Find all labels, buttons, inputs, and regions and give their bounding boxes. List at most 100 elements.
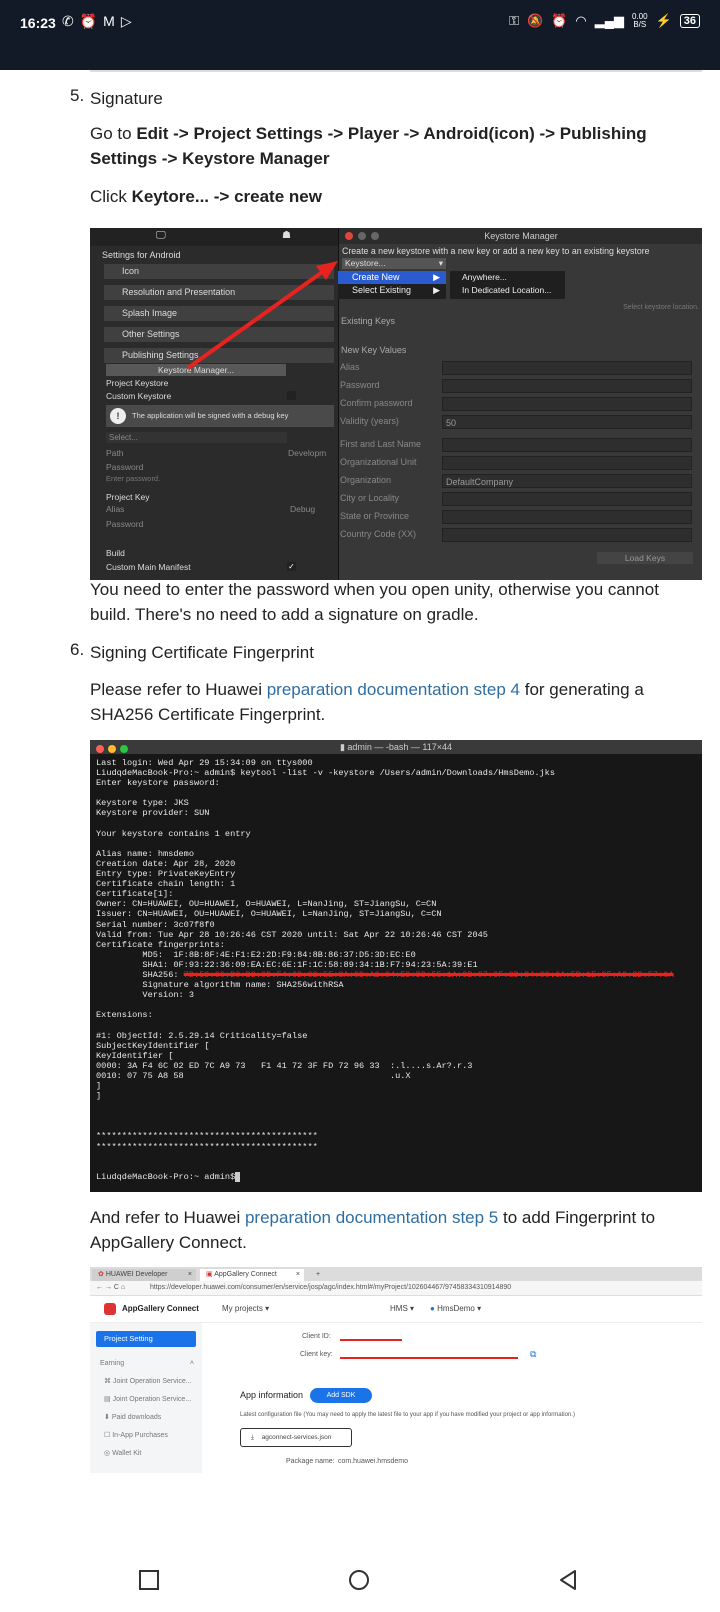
status-time: 16:23: [20, 15, 56, 31]
tab-huawei-developer[interactable]: ✿ HUAWEI Developer ×: [92, 1269, 196, 1281]
click-path: Keytore... -> create new: [131, 187, 322, 206]
battery-level: 36: [679, 14, 700, 28]
side-paid-downloads[interactable]: ⬇ Paid downloads: [90, 1409, 202, 1427]
alarm-icon: ⏰: [79, 13, 104, 29]
terminal-lines-before: Last login: Wed Apr 29 15:34:09 on ttys0…: [96, 758, 555, 970]
status-bar: 16:23 ✆⏰M▷ ⚿ 🔕 ⏰ ◠ ▂▄▆ 0.00 B/S ⚡ 36: [0, 0, 720, 70]
side-joint-2[interactable]: ▤ Joint Operation Service...: [90, 1391, 202, 1409]
nav-back-forward-icons[interactable]: ← → C ⌂: [96, 1281, 125, 1295]
maximize-icon[interactable]: [120, 745, 128, 753]
divider: [90, 70, 702, 72]
net-speed: 0.00 B/S: [632, 13, 648, 29]
signal-icon: ▂▄▆: [594, 13, 624, 28]
client-key-label: Client key:: [300, 1351, 333, 1358]
close-icon[interactable]: [96, 745, 104, 753]
step-5-title: Signature: [90, 89, 163, 108]
new-tab-button[interactable]: +: [310, 1269, 324, 1281]
step-5-go-to: Go to Edit -> Project Settings -> Player…: [90, 121, 700, 171]
home-icon[interactable]: [343, 1564, 375, 1596]
step-5-number: 5.: [70, 86, 85, 105]
side-paid-downloads-label: Paid downloads: [111, 1414, 162, 1421]
config-note: Latest configuration file (You may need …: [240, 1412, 575, 1418]
back-icon[interactable]: [552, 1564, 584, 1596]
status-right: ⚿ 🔕 ⏰ ◠ ▂▄▆ 0.00 B/S ⚡ 36: [509, 13, 700, 29]
huawei-logo-icon: ✿: [98, 1271, 106, 1278]
notification-icons: ✆⏰M▷: [62, 13, 138, 30]
step-5-note: You need to enter the password when you …: [90, 580, 659, 624]
side-earning[interactable]: Earning ˄: [90, 1355, 202, 1373]
tab2-label: AppGallery Connect: [214, 1271, 277, 1278]
terminal-lines-after: Signature algorithm name: SHA256withRSA …: [96, 980, 473, 1182]
add-sdk-button[interactable]: Add SDK: [310, 1388, 372, 1403]
terminal-screenshot: ▮ admin — -bash — 117×44 Last login: Wed…: [90, 740, 702, 1192]
client-id-label: Client ID:: [302, 1333, 331, 1340]
terminal-output: Last login: Wed Apr 29 15:34:09 on ttys0…: [90, 754, 702, 1186]
sha256-redacted-value: 7D:59:0C:D0:B2:0D:F4:0D:C2:5E:3A:0D:A2:C…: [183, 969, 674, 980]
appgallery-tab-icon: ▣: [206, 1271, 215, 1278]
url-text: https://developer.huawei.com/consumer/en…: [150, 1284, 512, 1291]
side-wallet-label: Wallet Kit: [112, 1450, 142, 1457]
red-arrow-annotation: [186, 261, 338, 370]
mute-icon: 🔕: [527, 13, 544, 28]
my-projects-menu[interactable]: My projects ▾: [222, 1304, 269, 1313]
article-content: 5. Signature Go to Edit -> Project Setti…: [0, 70, 720, 1548]
preparation-step4-link[interactable]: preparation documentation step 4: [267, 680, 520, 699]
side-joint-2-label: Joint Operation Service...: [112, 1396, 192, 1403]
project-dot-icon: ●: [430, 1304, 438, 1313]
copy-icon[interactable]: ⧉: [530, 1349, 536, 1360]
package-name-value: com.huawei.hmsdemo: [338, 1458, 409, 1465]
side-wallet-kit[interactable]: ◎ Wallet Kit: [90, 1445, 202, 1463]
terminal-window-controls: [96, 743, 132, 757]
go-prefix: Go to: [90, 124, 137, 143]
step-6-title: Signing Certificate Fingerprint: [90, 643, 314, 662]
play-icon: ▷: [120, 13, 138, 29]
side-iap-label: In-App Purchases: [112, 1432, 168, 1439]
tab-close-icon[interactable]: ×: [188, 1269, 192, 1281]
agc-header: AppGallery Connect My projects ▾ HMS ▾ ●…: [90, 1296, 702, 1323]
unity-keystore-screenshot: 🖵 ☗ Settings for Android Icon Resolution…: [90, 228, 702, 580]
sha256-label: SHA256:: [96, 969, 184, 980]
click-prefix: Click: [90, 187, 132, 206]
appgallery-screenshot: ✿ HUAWEI Developer × ▣ AppGallery Connect…: [90, 1267, 702, 1473]
whatsapp-icon: ✆: [62, 13, 80, 29]
package-name-label: Package name:: [286, 1458, 335, 1465]
project-name: HmsDemo: [437, 1304, 475, 1313]
json-file-label: agconnect-services.json: [261, 1434, 332, 1441]
step-5-click: Click Keytore... -> create new: [90, 184, 700, 209]
agc-brand: AppGallery Connect: [122, 1304, 199, 1313]
tab-close-icon[interactable]: ×: [296, 1269, 300, 1281]
side-earning-label: Earning: [100, 1360, 125, 1367]
refer-prefix: Please refer to Huawei: [90, 680, 267, 699]
my-projects-label: My projects: [222, 1304, 263, 1313]
tab1-label: HUAWEI Developer: [105, 1271, 168, 1278]
client-key-redacted: [340, 1352, 518, 1359]
project-selector[interactable]: ● HmsDemo ▾: [430, 1304, 481, 1313]
recent-apps-icon[interactable]: [133, 1564, 165, 1596]
step-6-and-refer: And refer to Huawei preparation document…: [90, 1205, 700, 1255]
address-bar[interactable]: ← → C ⌂ https://developer.huawei.com/cons…: [90, 1281, 702, 1296]
client-id-redacted: [340, 1334, 402, 1341]
hms-label: HMS: [390, 1304, 408, 1313]
and-prefix: And refer to Huawei: [90, 1208, 245, 1227]
app-information-heading: App information: [240, 1390, 304, 1400]
tab-appgallery-connect[interactable]: ▣ AppGallery Connect ×: [200, 1269, 304, 1281]
alarm-clock-icon: ⏰: [551, 13, 568, 28]
side-joint-1-label: Joint Operation Service...: [112, 1378, 192, 1385]
hms-menu[interactable]: HMS ▾: [390, 1304, 414, 1313]
wifi-icon: ◠: [575, 13, 587, 28]
browser-tabs: ✿ HUAWEI Developer × ▣ AppGallery Connect…: [90, 1267, 702, 1281]
gmail-icon: M: [103, 13, 121, 29]
side-joint-1[interactable]: ⌘ Joint Operation Service...: [90, 1373, 202, 1391]
preparation-step5-link[interactable]: preparation documentation step 5: [245, 1208, 498, 1227]
terminal-title: admin — -bash — 117×44: [347, 742, 453, 752]
download-json-button[interactable]: ⤓ agconnect-services.json: [240, 1428, 352, 1447]
agc-logo-icon: [104, 1303, 116, 1315]
charging-icon: ⚡: [655, 13, 672, 28]
terminal-cursor: [235, 1171, 241, 1182]
vpn-key-icon: ⚿: [509, 13, 520, 28]
side-project-setting[interactable]: Project Setting: [96, 1331, 196, 1347]
step-6-refer: Please refer to Huawei preparation docum…: [90, 677, 700, 727]
side-in-app-purchases[interactable]: ☐ In-App Purchases: [90, 1427, 202, 1445]
minimize-icon[interactable]: [108, 745, 116, 753]
terminal-titlebar: ▮ admin — -bash — 117×44: [90, 740, 702, 754]
